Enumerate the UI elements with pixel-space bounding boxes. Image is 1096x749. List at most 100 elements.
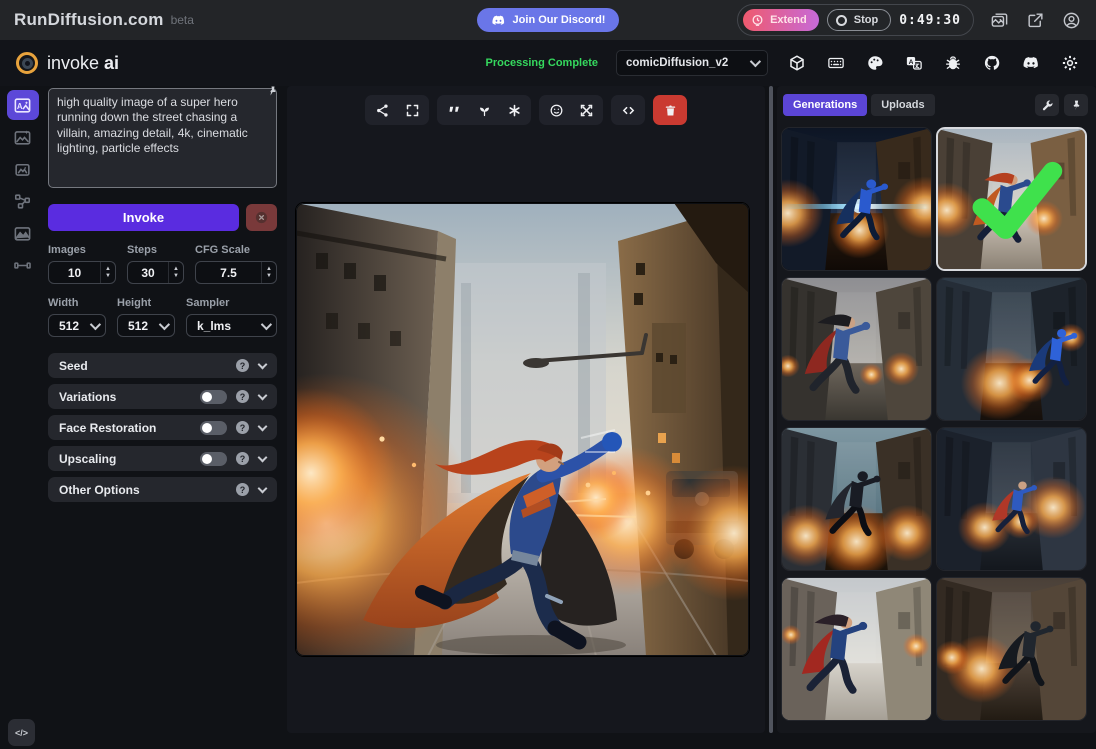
sampler-label: Sampler xyxy=(186,297,277,309)
accordion-variations[interactable]: Variations ? xyxy=(48,384,277,409)
model-select[interactable]: comicDiffusion_v2 xyxy=(616,50,768,76)
chevron-down-icon xyxy=(258,452,268,462)
gallery-thumbnail-2[interactable] xyxy=(936,127,1087,271)
width-select[interactable]: 512 xyxy=(48,314,106,337)
accordion-upscaling[interactable]: Upscaling ? xyxy=(48,446,277,471)
images-stepper[interactable]: ▲▼ xyxy=(100,262,115,283)
restore-faces-icon[interactable] xyxy=(541,97,571,123)
height-value: 512 xyxy=(128,319,148,333)
external-link-icon[interactable] xyxy=(1024,9,1046,31)
variations-toggle[interactable] xyxy=(200,390,227,404)
chevron-down-icon xyxy=(750,56,761,67)
help-icon[interactable]: ? xyxy=(236,483,249,496)
gallery-thumbnail-1[interactable] xyxy=(781,127,932,271)
join-discord-button[interactable]: Join Our Discord! xyxy=(477,8,620,32)
discord-icon xyxy=(491,15,506,26)
tab-post-processing[interactable] xyxy=(7,218,39,248)
share-icon[interactable] xyxy=(367,97,397,123)
help-icon[interactable]: ? xyxy=(236,421,249,434)
gallery-pin-icon[interactable] xyxy=(1064,94,1088,116)
images-label: Images xyxy=(48,244,116,256)
gallery-thumbnail-3[interactable] xyxy=(781,277,932,421)
help-icon[interactable]: ? xyxy=(236,390,249,403)
advanced-accordions: Seed ? Variations ? Face Restoration ? U… xyxy=(48,353,277,502)
chevron-down-icon xyxy=(90,318,101,329)
stop-icon xyxy=(836,15,847,26)
accordion-other-options[interactable]: Other Options ? xyxy=(48,477,277,502)
tab-text-to-image[interactable]: A xyxy=(7,90,39,120)
accordion-label: Face Restoration xyxy=(59,421,200,435)
thumbnail-grid xyxy=(781,127,1092,721)
brand-logo: RunDiffusion.com xyxy=(14,10,164,30)
invoke-ai-logo: invoke ai xyxy=(16,52,119,74)
cfg-stepper[interactable]: ▲▼ xyxy=(261,262,276,283)
help-icon[interactable]: ? xyxy=(236,452,249,465)
app-name: invoke xyxy=(47,53,99,73)
gallery-thumbnail-8[interactable] xyxy=(936,577,1087,721)
cancel-button[interactable] xyxy=(246,204,277,231)
images-input[interactable]: 10 ▲▼ xyxy=(48,261,116,284)
help-icon[interactable]: ? xyxy=(236,359,249,372)
options-panel: Invoke Images Steps CFG Scale 10 ▲▼ 30 ▲… xyxy=(48,88,277,502)
panel-resize-handle[interactable] xyxy=(769,86,773,733)
discord-icon[interactable] xyxy=(1020,53,1041,74)
image-toolbar xyxy=(287,95,765,125)
cfg-scale-value: 7.5 xyxy=(196,266,261,280)
tab-uploads[interactable]: Uploads xyxy=(871,94,934,116)
language-icon[interactable]: A xyxy=(903,53,924,74)
invoke-button[interactable]: Invoke xyxy=(48,204,239,231)
chevron-down-icon xyxy=(261,318,272,329)
chevron-down-icon xyxy=(258,359,268,369)
upscale-icon[interactable] xyxy=(571,97,601,123)
extend-session-button[interactable]: Extend xyxy=(743,9,819,31)
gallery-thumbnail-4[interactable] xyxy=(936,277,1087,421)
svg-text:A: A xyxy=(17,102,23,111)
sampler-select[interactable]: k_lms xyxy=(186,314,277,337)
tab-unified-canvas[interactable] xyxy=(7,154,39,184)
invoke-logo-icon xyxy=(16,52,38,74)
accordion-label: Upscaling xyxy=(59,452,200,466)
tab-image-to-image[interactable] xyxy=(7,122,39,152)
tab-generations[interactable]: Generations xyxy=(783,94,867,116)
height-select[interactable]: 512 xyxy=(117,314,175,337)
use-all-icon[interactable] xyxy=(499,97,529,123)
github-icon[interactable] xyxy=(981,53,1002,74)
cfg-scale-input[interactable]: 7.5 ▲▼ xyxy=(195,261,277,284)
use-seed-icon[interactable] xyxy=(469,97,499,123)
fullscreen-icon[interactable] xyxy=(397,97,427,123)
tab-nodes[interactable] xyxy=(7,186,39,216)
accordion-seed[interactable]: Seed ? xyxy=(48,353,277,378)
gallery-image-icon[interactable] xyxy=(988,9,1010,31)
gallery-thumbnail-6[interactable] xyxy=(936,427,1087,571)
tab-training[interactable] xyxy=(7,250,39,280)
stop-session-button[interactable]: Stop xyxy=(827,9,891,31)
gallery-thumbnail-5[interactable] xyxy=(781,427,932,571)
stop-label: Stop xyxy=(854,14,878,26)
console-toggle-button[interactable]: </> xyxy=(8,719,35,746)
processing-status: Processing Complete xyxy=(486,57,598,69)
prompt-input[interactable] xyxy=(48,88,277,188)
width-label: Width xyxy=(48,297,106,309)
current-generated-image[interactable] xyxy=(296,203,749,656)
extend-label: Extend xyxy=(770,14,807,26)
delete-image-icon[interactable] xyxy=(655,97,685,123)
steps-input[interactable]: 30 ▲▼ xyxy=(127,261,184,284)
steps-stepper[interactable]: ▲▼ xyxy=(168,262,183,283)
gallery-settings-wrench-icon[interactable] xyxy=(1035,94,1059,116)
view-metadata-icon[interactable] xyxy=(613,97,643,123)
use-prompt-icon[interactable] xyxy=(439,97,469,123)
upscaling-toggle[interactable] xyxy=(200,452,227,466)
beta-badge: beta xyxy=(171,13,194,27)
account-icon[interactable] xyxy=(1060,9,1082,31)
images-value: 10 xyxy=(49,266,100,280)
gallery-thumbnail-7[interactable] xyxy=(781,577,932,721)
accordion-face-restoration[interactable]: Face Restoration ? xyxy=(48,415,277,440)
theme-palette-icon[interactable] xyxy=(864,53,885,74)
model-cube-icon[interactable] xyxy=(786,53,807,74)
keyboard-shortcuts-icon[interactable] xyxy=(825,53,846,74)
face-restoration-toggle[interactable] xyxy=(200,421,227,435)
sampler-value: k_lms xyxy=(197,319,231,333)
report-bug-icon[interactable] xyxy=(942,53,963,74)
pin-icon[interactable] xyxy=(267,84,279,102)
settings-gear-icon[interactable] xyxy=(1059,53,1080,74)
